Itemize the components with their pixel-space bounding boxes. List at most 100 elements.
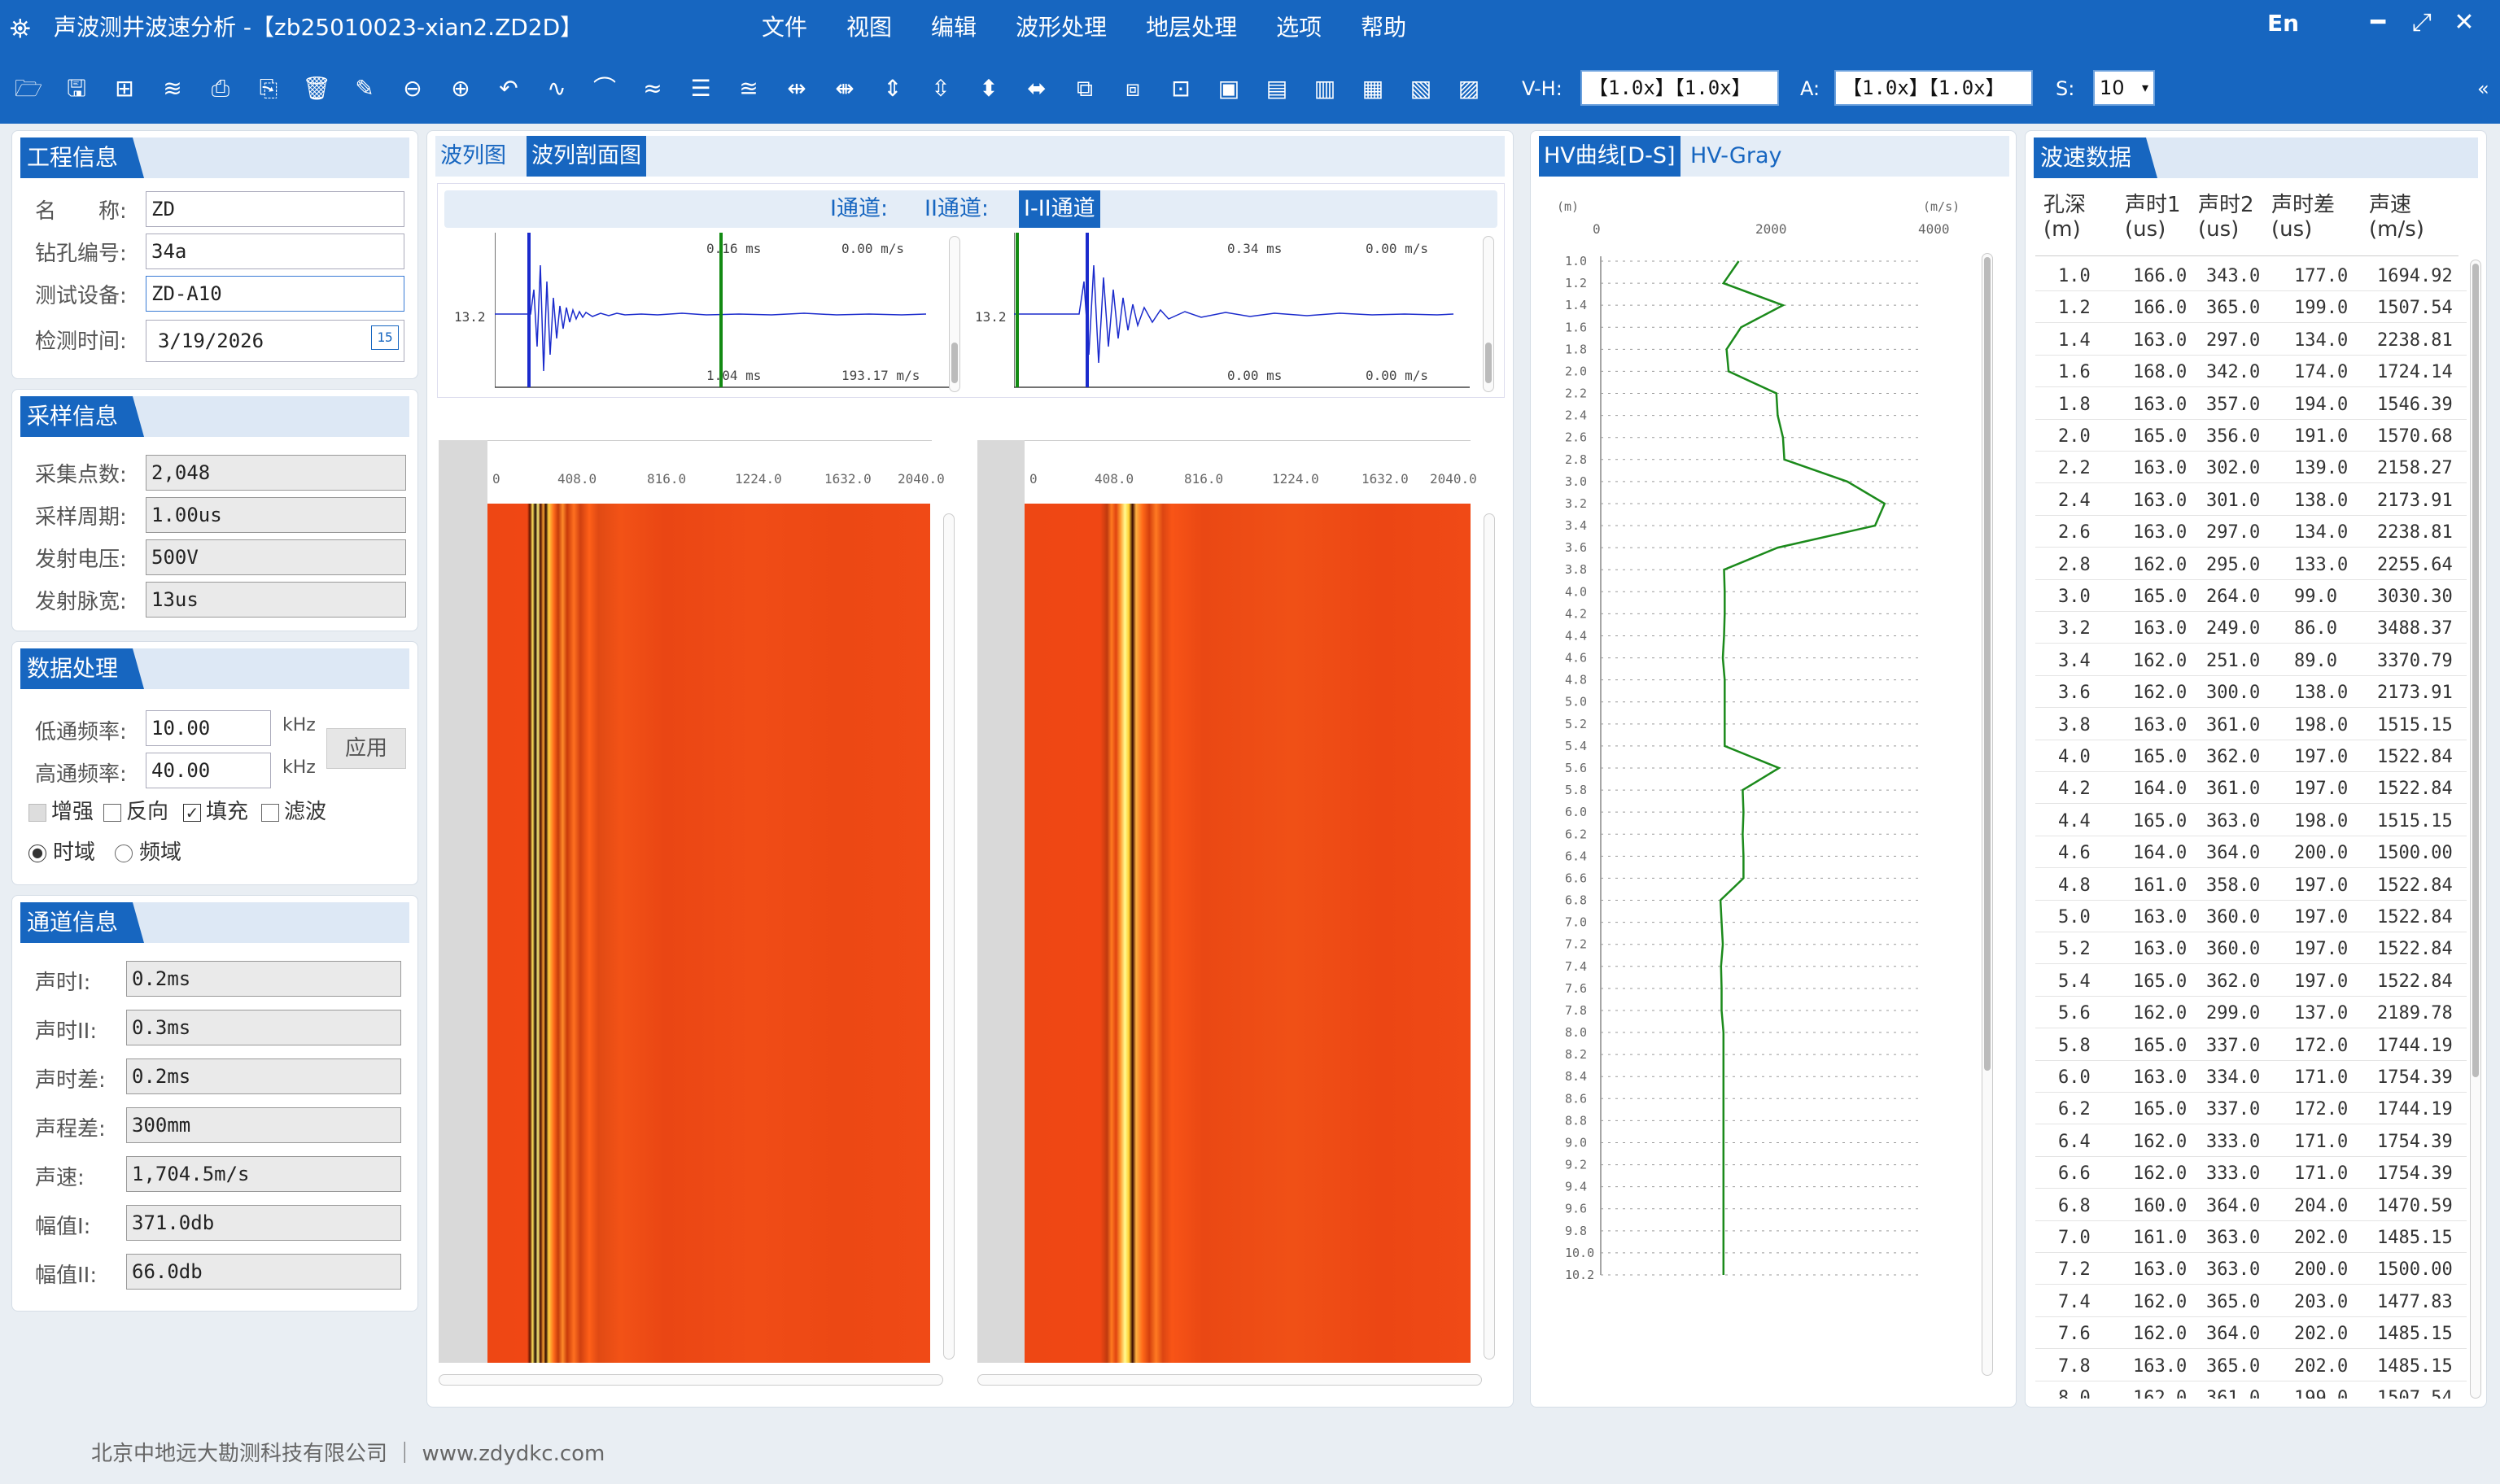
tab-channel-1[interactable]: I通道: (825, 190, 893, 228)
table-row[interactable]: 6.4 162.0 333.0 171.0 1754.39 (2035, 1125, 2467, 1157)
table-row[interactable]: 2.4 163.0 301.0 138.0 2173.91 (2035, 484, 2467, 516)
menu-view[interactable]: 视图 (846, 10, 892, 42)
table-row[interactable]: 2.6 163.0 297.0 134.0 2238.81 (2035, 516, 2467, 548)
collapse-icon[interactable]: « (2477, 70, 2489, 107)
v-expand-icon[interactable]: ⇕ (874, 70, 911, 107)
enhance-checkbox[interactable]: 增强 (28, 795, 94, 825)
table-row[interactable]: 4.6 164.0 364.0 200.0 1500.00 (2035, 836, 2467, 869)
copy-icon[interactable]: ⧉ (1066, 70, 1104, 107)
table-row[interactable]: 7.6 162.0 364.0 202.0 1485.15 (2035, 1317, 2467, 1350)
table-row[interactable]: 7.2 163.0 363.0 200.0 1500.00 (2035, 1253, 2467, 1285)
reverse-checkbox[interactable]: 反向 (103, 795, 168, 825)
wave-filter-icon[interactable]: ≊ (730, 70, 767, 107)
profile-right-heatmap[interactable] (1025, 504, 1471, 1363)
apply-button[interactable]: 应用 (326, 728, 406, 769)
export-doc-icon[interactable]: ⎘ (250, 70, 287, 107)
menu-help[interactable]: 帮助 (1361, 10, 1406, 42)
menu-options[interactable]: 选项 (1276, 10, 1322, 42)
table-row[interactable]: 3.8 163.0 361.0 198.0 1515.15 (2035, 709, 2467, 740)
profile-left-heatmap[interactable] (487, 504, 930, 1363)
menu-waveform[interactable]: 波形处理 (1016, 10, 1107, 42)
freq-domain-radio[interactable]: 频域 (115, 836, 181, 866)
tab-wave-profile[interactable]: 波列剖面图 (527, 136, 646, 177)
table-row[interactable]: 4.0 165.0 362.0 197.0 1522.84 (2035, 740, 2467, 772)
table-row[interactable]: 3.6 162.0 300.0 138.0 2173.91 (2035, 676, 2467, 709)
table-row[interactable]: 2.2 163.0 302.0 139.0 2158.27 (2035, 452, 2467, 484)
date-field[interactable]: 3/19/2026 15 (146, 320, 404, 362)
tab-channel-2[interactable]: II通道: (920, 190, 994, 228)
fill-checkbox[interactable]: ✓ 填充 (183, 795, 248, 825)
table-row[interactable]: 4.2 164.0 361.0 197.0 1522.84 (2035, 772, 2467, 805)
language-toggle[interactable]: En (2267, 10, 2299, 37)
add-chart-icon[interactable]: ⊡ (1162, 70, 1200, 107)
delete-icon[interactable]: 🗑 (298, 70, 335, 107)
minimize-icon[interactable]: ━ (2360, 8, 2396, 37)
v-shrink-icon[interactable]: ⇳ (922, 70, 959, 107)
report-icon[interactable]: ▨ (1450, 70, 1488, 107)
excel-1-icon[interactable]: ▦ (1354, 70, 1392, 107)
table-row[interactable]: 4.4 165.0 363.0 198.0 1515.15 (2035, 805, 2467, 836)
table-row[interactable]: 2.8 162.0 295.0 133.0 2255.64 (2035, 548, 2467, 580)
tab-hv-curve[interactable]: HV曲线[D-S] (1539, 136, 1681, 177)
device-field[interactable]: ZD-A10 (146, 276, 404, 312)
table-row[interactable]: 5.2 163.0 360.0 197.0 1522.84 (2035, 932, 2467, 965)
lowpass-field[interactable]: 10.00 (146, 710, 271, 746)
table-row[interactable]: 1.4 163.0 297.0 134.0 2238.81 (2035, 324, 2467, 356)
table-row[interactable]: 4.8 161.0 358.0 197.0 1522.84 (2035, 869, 2467, 901)
profile-right-vscroll[interactable] (1484, 513, 1495, 1360)
save-icon[interactable]: 🖫 (58, 70, 95, 107)
calendar-icon[interactable]: 15 (371, 325, 399, 350)
h-shrink-icon[interactable]: ⇼ (826, 70, 863, 107)
table-scrollbar[interactable] (2470, 260, 2481, 1399)
profile-right-hscroll[interactable] (977, 1374, 1482, 1386)
next-icon[interactable]: ⊕ (442, 70, 479, 107)
filter-icon[interactable]: ☰ (682, 70, 719, 107)
table-row[interactable]: 6.8 160.0 364.0 204.0 1470.59 (2035, 1189, 2467, 1221)
menu-file[interactable]: 文件 (762, 10, 807, 42)
profile-left-vscroll[interactable] (943, 513, 955, 1360)
table-row[interactable]: 5.4 165.0 362.0 197.0 1522.84 (2035, 965, 2467, 997)
tab-channel-1-2[interactable]: I-II通道 (1019, 190, 1100, 228)
fit-v-icon[interactable]: ⬍ (970, 70, 1007, 107)
paste-icon[interactable]: ⧈ (1114, 70, 1152, 107)
table-row[interactable]: 1.8 163.0 357.0 194.0 1546.39 (2035, 388, 2467, 420)
close-icon[interactable]: ✕ (2446, 8, 2482, 37)
vh-scale-field[interactable]: 【1.0x】【1.0x】 (1580, 70, 1779, 106)
undo-icon[interactable]: ↶ (490, 70, 527, 107)
table-row[interactable]: 2.0 165.0 356.0 191.0 1570.68 (2035, 420, 2467, 452)
hv-scrollbar[interactable] (1982, 253, 1993, 1376)
table-row[interactable]: 6.6 162.0 333.0 171.0 1754.39 (2035, 1157, 2467, 1189)
print-icon[interactable]: ⎙ (202, 70, 239, 107)
hv-curve-chart[interactable]: (m) (m/s) 0 2000 4000 1.0 1.2 1.4 1.6 1.8 2.0 2.2 2.… (1536, 188, 1991, 1392)
table-row[interactable]: 1.0 166.0 343.0 177.0 1694.92 (2035, 260, 2467, 291)
table-row[interactable]: 7.0 161.0 363.0 202.0 1485.15 (2035, 1221, 2467, 1253)
open-folder-icon[interactable]: 🗁 (10, 70, 47, 107)
wave-icon[interactable]: ∿ (538, 70, 575, 107)
table-row[interactable]: 7.8 163.0 365.0 202.0 1485.15 (2035, 1350, 2467, 1381)
fit-h-icon[interactable]: ⬌ (1018, 70, 1056, 107)
wave-right-scrollbar[interactable] (1483, 236, 1494, 392)
amplitude-scale-field[interactable]: 【1.0x】【1.0x】 (1834, 70, 2033, 106)
edit-doc-icon[interactable]: ✎ (346, 70, 383, 107)
table-row[interactable]: 6.0 163.0 334.0 171.0 1754.39 (2035, 1061, 2467, 1093)
table-row[interactable]: 5.8 165.0 337.0 172.0 1744.19 (2035, 1029, 2467, 1061)
s-select[interactable]: 10 ▾ (2093, 70, 2155, 106)
table-row[interactable]: 1.2 166.0 365.0 199.0 1507.54 (2035, 291, 2467, 324)
table-row[interactable]: 5.0 163.0 360.0 197.0 1522.84 (2035, 901, 2467, 932)
profile-left-hscroll[interactable] (439, 1374, 943, 1386)
layers-icon[interactable]: ≋ (154, 70, 191, 107)
filter-checkbox[interactable]: 滤波 (261, 795, 326, 825)
time-domain-radio[interactable]: ● 时域 (28, 836, 95, 866)
tab-wave-train[interactable]: 波列图 (435, 136, 511, 177)
hole-field[interactable]: 34a (146, 234, 404, 269)
highpass-field[interactable]: 40.00 (146, 753, 271, 788)
restore-icon[interactable]: ⤢ (2404, 8, 2440, 37)
wave-left-scrollbar[interactable] (949, 236, 960, 392)
menu-strata[interactable]: 地层处理 (1146, 10, 1237, 42)
menu-edit[interactable]: 编辑 (931, 10, 977, 42)
tab-hv-gray[interactable]: HV-Gray (1685, 136, 1786, 177)
chart-2-icon[interactable]: ▤ (1258, 70, 1296, 107)
table-row[interactable]: 1.6 168.0 342.0 174.0 1724.14 (2035, 356, 2467, 388)
table-row[interactable]: 7.4 162.0 365.0 203.0 1477.83 (2035, 1285, 2467, 1317)
wave-multi-icon[interactable]: ≈ (634, 70, 671, 107)
